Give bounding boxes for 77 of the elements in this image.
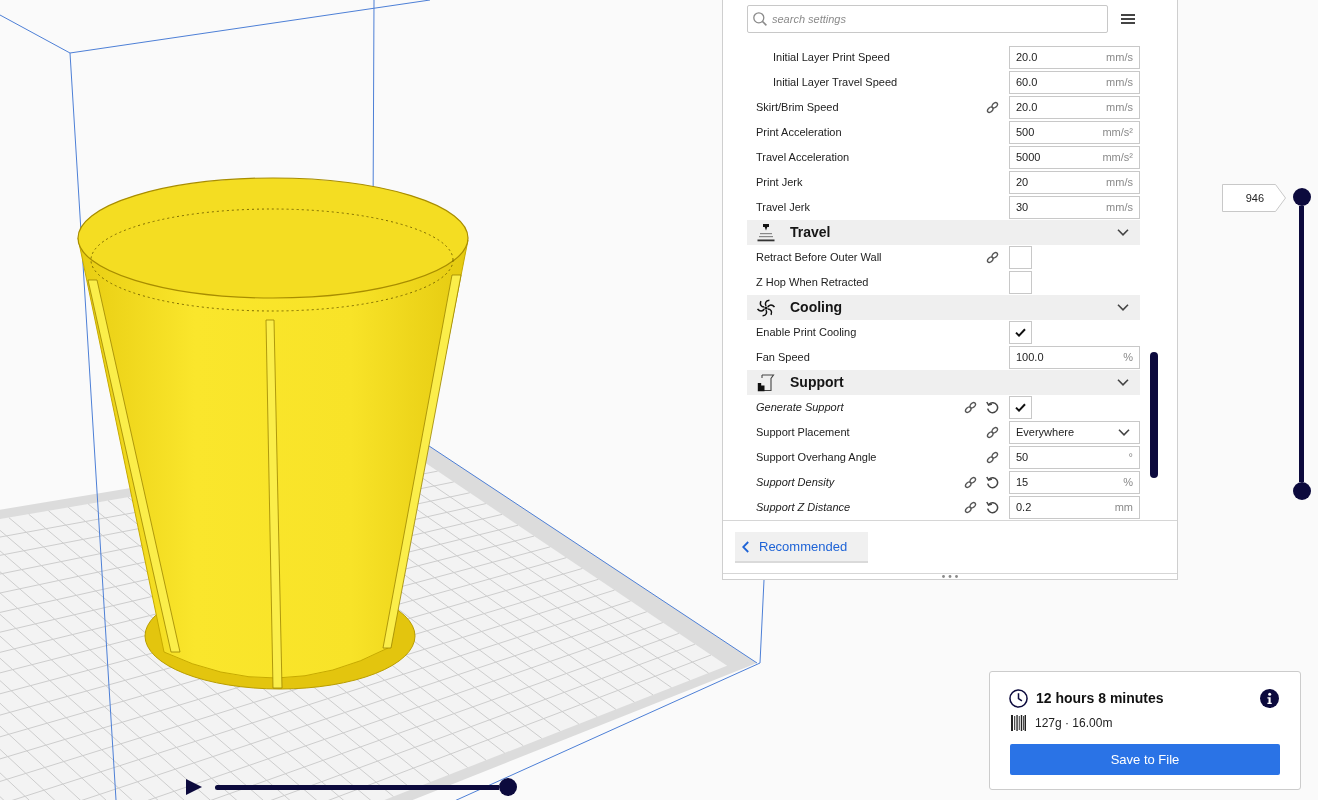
number-field[interactable]: 0.2 mm [1009,496,1140,519]
lower-layer-handle[interactable] [1292,482,1311,500]
number-field[interactable]: 20 mm/s [1009,171,1140,194]
scrollbar-thumb[interactable] [1150,352,1158,478]
setting-label: Print Acceleration [755,125,842,141]
setting-label: Initial Layer Print Speed [772,50,890,66]
setting-label: Support Z Distance [755,500,851,516]
playback-handle[interactable] [499,778,517,796]
setting-label: Travel Acceleration [755,150,850,166]
number-field[interactable]: 20.0 mm/s [1009,46,1140,69]
unit-label: mm/s [1106,50,1133,66]
setting-label: Support Placement [755,425,850,441]
check-icon [1015,403,1026,412]
setting-label: Retract Before Outer Wall [755,250,882,266]
check-icon [1015,328,1026,337]
unit-label: mm/s [1106,200,1133,216]
setting-label: Skirt/Brim Speed [755,100,839,116]
checkbox[interactable] [1009,271,1032,294]
number-field[interactable]: 30 mm/s [1009,196,1140,219]
chevron-down-icon [1118,429,1130,436]
upper-layer-handle[interactable] [1292,188,1311,206]
category-header[interactable]: Support [747,370,1140,395]
reset-icon [986,501,999,514]
vertical-stripes-icon [1011,715,1026,731]
setting-label: Support Density [755,475,835,491]
setting-label: Generate Support [755,400,844,416]
unit-label: mm/s [1106,175,1133,191]
reset-button[interactable] [986,476,999,489]
unit-label: mm/s [1106,100,1133,116]
menu-icon [1121,14,1135,24]
dropdown[interactable]: Everywhere [1009,421,1140,444]
reset-icon [986,401,999,414]
checkbox[interactable] [1009,396,1032,419]
reset-icon [986,476,999,489]
unit-label: ° [1128,450,1133,466]
search-field[interactable]: search settings [747,5,1108,33]
unit-label: mm/s² [1102,150,1133,166]
setting-label: Initial Layer Travel Speed [772,75,898,91]
fan-icon [757,298,775,317]
number-field[interactable]: 20.0 mm/s [1009,96,1140,119]
number-field[interactable]: 50 ° [1009,446,1140,469]
unit-label: % [1123,350,1133,366]
setting-label: Z Hop When Retracted [755,275,869,291]
checkbox[interactable] [1009,321,1032,344]
save-to-file-button[interactable]: Save to File [1010,744,1280,775]
nozzle-layers-icon [757,223,775,242]
support-structure-icon [757,373,775,392]
setting-label: Travel Jerk [755,200,810,216]
layer-number-field[interactable]: 946 [1222,184,1286,212]
number-field[interactable]: 60.0 mm/s [1009,71,1140,94]
info-icon[interactable] [1260,688,1279,708]
unit-label: mm/s² [1102,125,1133,141]
unit-label: mm [1114,500,1133,516]
drag-handle-icon[interactable] [942,575,958,578]
recommended-button[interactable]: Recommended [735,532,868,563]
category-header[interactable]: Cooling [747,295,1140,320]
material-usage: 127g · 16.00m [1035,715,1113,732]
chevron-left-icon [742,540,749,553]
number-field[interactable]: 15 % [1009,471,1140,494]
play-button[interactable] [186,779,202,795]
clock-icon [1009,688,1028,708]
unit-label: % [1123,475,1133,491]
number-field[interactable]: 100.0 % [1009,346,1140,369]
number-field[interactable]: 500 mm/s² [1009,121,1140,144]
search-icon [753,12,767,26]
setting-label: Support Overhang Angle [755,450,877,466]
setting-label: Enable Print Cooling [755,325,857,341]
print-time: 12 hours 8 minutes [1036,688,1164,708]
setting-label: Fan Speed [755,350,810,366]
reset-button[interactable] [986,401,999,414]
play-icon [186,779,202,795]
reset-button[interactable] [986,501,999,514]
unit-label: mm/s [1106,75,1133,91]
category-header[interactable]: Travel [747,220,1140,245]
number-field[interactable]: 5000 mm/s² [1009,146,1140,169]
checkbox[interactable] [1009,246,1032,269]
setting-label: Print Jerk [755,175,803,191]
